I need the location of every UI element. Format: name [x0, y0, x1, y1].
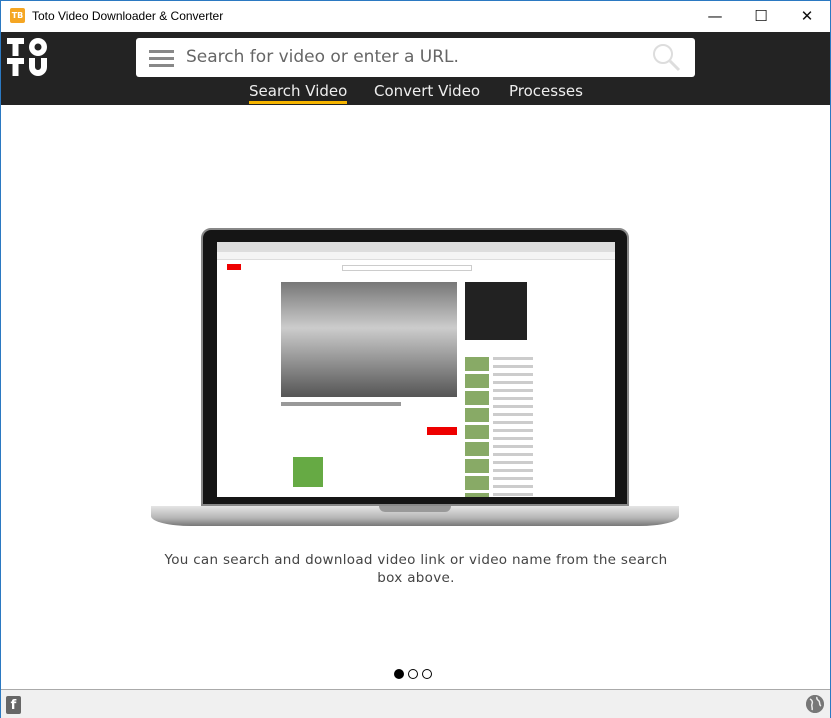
tab-search-video[interactable]: Search Video — [249, 82, 348, 104]
footer-bar: f — [1, 689, 830, 718]
globe-icon[interactable] — [806, 695, 824, 713]
app-icon: TB — [10, 8, 25, 23]
search-box — [136, 38, 695, 77]
slide-message: You can search and download video link o… — [164, 552, 668, 586]
facebook-icon[interactable]: f — [6, 696, 21, 714]
toto-logo — [7, 36, 51, 78]
youtube-screenshot-image — [217, 242, 615, 497]
title-bar: TB Toto Video Downloader & Converter — ☐… — [1, 1, 830, 32]
minimize-button[interactable]: — — [692, 1, 738, 32]
menu-icon[interactable] — [149, 50, 174, 67]
search-icon[interactable] — [651, 42, 681, 72]
carousel-dot-2[interactable] — [408, 669, 418, 679]
close-button[interactable]: ✕ — [784, 1, 830, 32]
laptop-illustration — [151, 228, 679, 533]
search-input[interactable] — [186, 44, 636, 70]
app-header: Search Video Convert Video Processes — [1, 32, 830, 105]
carousel-dot-1[interactable] — [394, 669, 404, 679]
carousel-dot-3[interactable] — [422, 669, 432, 679]
carousel-dots — [394, 664, 436, 679]
maximize-button[interactable]: ☐ — [738, 1, 784, 32]
tab-convert-video[interactable]: Convert Video — [374, 82, 480, 104]
tab-processes[interactable]: Processes — [509, 82, 583, 104]
window-title: Toto Video Downloader & Converter — [32, 9, 224, 23]
